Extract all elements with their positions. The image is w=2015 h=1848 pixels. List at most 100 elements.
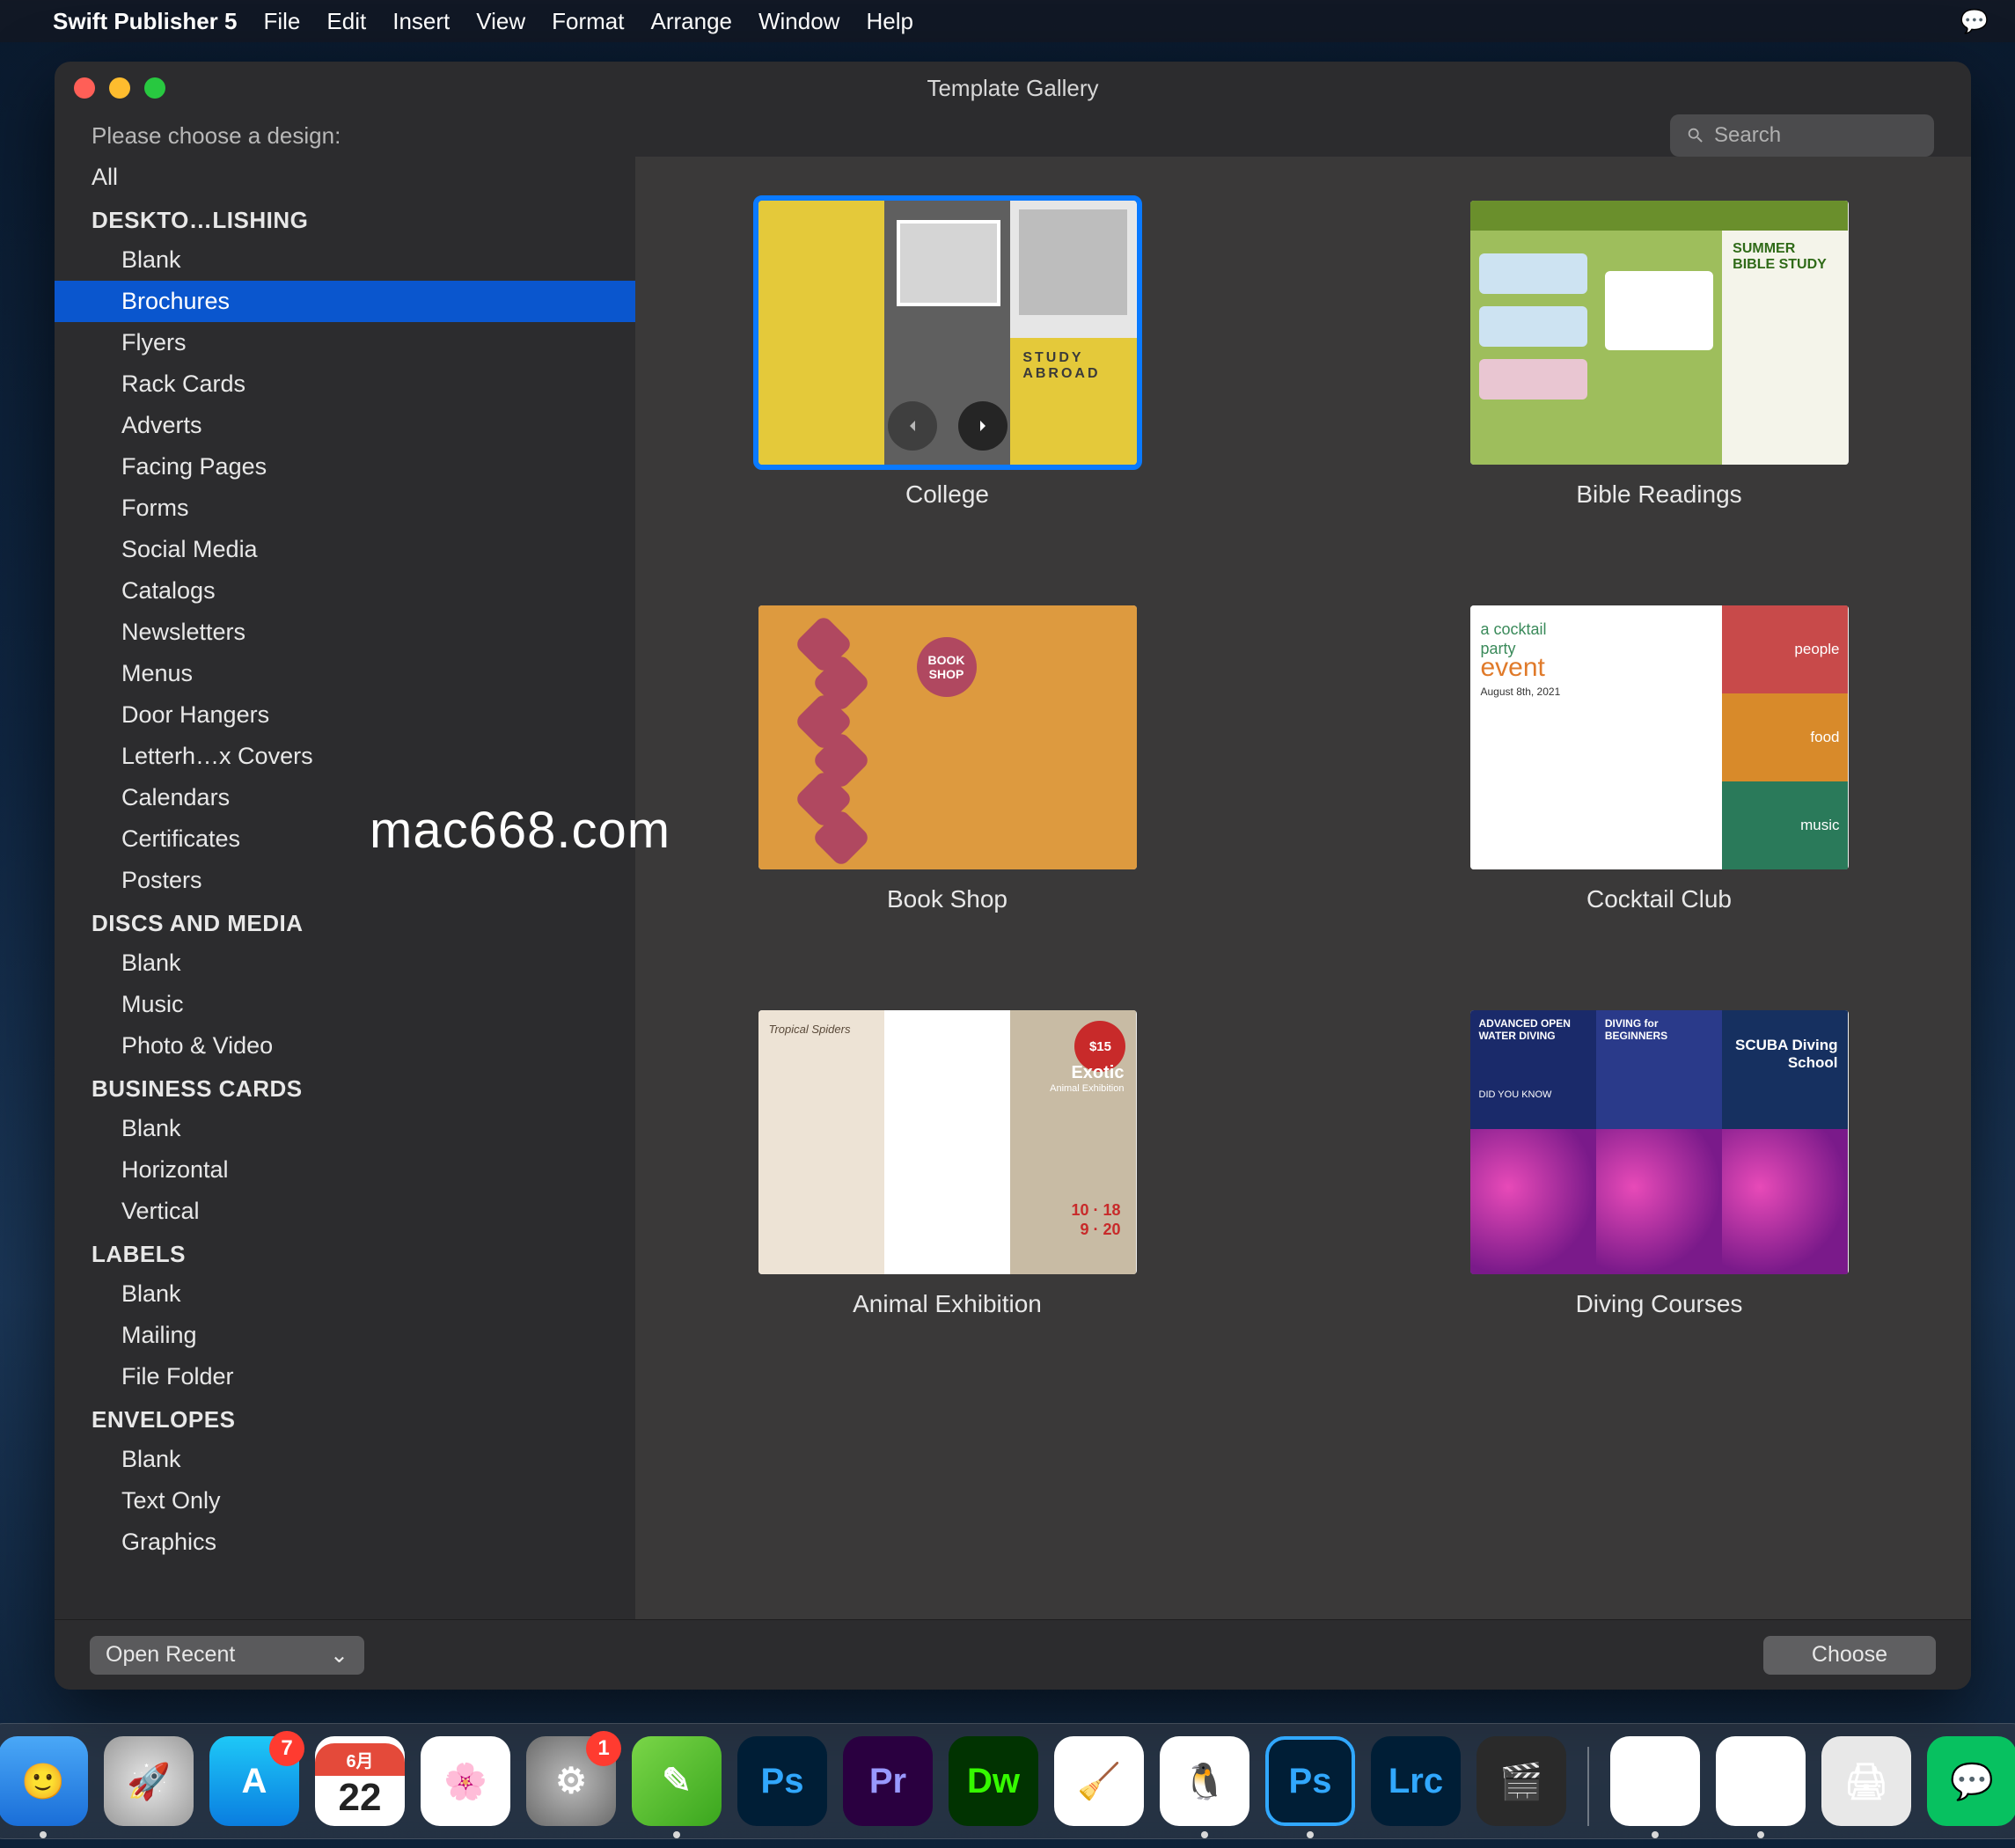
sidebar-item-forms[interactable]: Forms <box>55 488 635 529</box>
template-college[interactable]: STUDY ABROAD College <box>758 201 1137 509</box>
window-title: Template Gallery <box>55 75 1971 102</box>
sidebar-item-menus[interactable]: Menus <box>55 653 635 694</box>
sidebar-header: DESKTO…LISHING <box>55 198 635 239</box>
dock-finder-icon[interactable]: 🙂 <box>0 1736 88 1826</box>
sidebar-item-catalogs[interactable]: Catalogs <box>55 570 635 612</box>
menu-edit[interactable]: Edit <box>326 8 366 35</box>
dock-qq-icon[interactable]: 🐧 <box>1160 1736 1249 1826</box>
sidebar-header: BUSINESS CARDS <box>55 1067 635 1108</box>
dock-finalcut-icon[interactable]: 🎬 <box>1476 1736 1566 1826</box>
sidebar-item-flyers[interactable]: Flyers <box>55 322 635 363</box>
thumbnail-pager <box>758 401 1137 451</box>
sidebar-item-facing-pages[interactable]: Facing Pages <box>55 446 635 488</box>
sidebar-item-music[interactable]: Music <box>55 984 635 1025</box>
search-placeholder: Search <box>1714 123 1781 148</box>
sidebar-item-all[interactable]: All <box>55 157 635 198</box>
template-book-shop[interactable]: BOOK SHOPBook Shop <box>758 605 1137 913</box>
sidebar-item-posters[interactable]: Posters <box>55 860 635 901</box>
template-cocktail-club[interactable]: a cocktailpartyeventAugust 8th, 2021peop… <box>1470 605 1849 913</box>
sidebar-item-vertical[interactable]: Vertical <box>55 1191 635 1232</box>
dock-appstore-icon[interactable]: A7 <box>209 1736 299 1826</box>
template-thumbnail[interactable]: ADVANCED OPEN WATER DIVINGDID YOU KNOWDI… <box>1470 1010 1849 1274</box>
dock-chrome-icon[interactable]: ◉ <box>1610 1736 1700 1826</box>
chevron-down-icon: ⌄ <box>330 1642 348 1668</box>
menu-window[interactable]: Window <box>758 8 839 35</box>
menu-format[interactable]: Format <box>552 8 624 35</box>
dock-lightroom-icon[interactable]: Lrc <box>1371 1736 1461 1826</box>
sidebar-item-blank[interactable]: Blank <box>55 942 635 984</box>
sidebar-item-photo-video[interactable]: Photo & Video <box>55 1025 635 1067</box>
prev-page-button[interactable] <box>888 401 937 451</box>
template-thumbnail[interactable]: a cocktailpartyeventAugust 8th, 2021peop… <box>1470 605 1849 869</box>
appstore-badge: 7 <box>269 1731 304 1766</box>
sidebar-item-adverts[interactable]: Adverts <box>55 405 635 446</box>
dock-separator <box>1587 1747 1589 1826</box>
menu-arrange[interactable]: Arrange <box>650 8 732 35</box>
sidebar-item-blank[interactable]: Blank <box>55 239 635 281</box>
sidebar-item-social-media[interactable]: Social Media <box>55 529 635 570</box>
dock-background: 🙂 🚀 A7 6月22 🌸 ⚙1 ✎ Ps Pr Dw 🧹 🐧 Ps Lrc 🎬… <box>0 1723 2015 1839</box>
search-icon <box>1686 126 1705 145</box>
template-label: Animal Exhibition <box>853 1290 1042 1318</box>
category-sidebar[interactable]: AllDESKTO…LISHINGBlankBrochuresFlyersRac… <box>55 157 635 1619</box>
template-label: Bible Readings <box>1576 480 1741 509</box>
next-page-button[interactable] <box>958 401 1008 451</box>
sidebar-item-brochures[interactable]: Brochures <box>55 281 635 322</box>
sidebar-item-horizontal[interactable]: Horizontal <box>55 1149 635 1191</box>
open-recent-label: Open Recent <box>106 1642 235 1668</box>
menu-help[interactable]: Help <box>866 8 912 35</box>
dock-notes-icon[interactable]: ✎ <box>632 1736 722 1826</box>
sidebar-item-door-hangers[interactable]: Door Hangers <box>55 694 635 736</box>
dock-photoshop2-icon[interactable]: Ps <box>1265 1736 1355 1826</box>
dock-baidu-icon[interactable]: ∞ <box>1716 1736 1806 1826</box>
sidebar-item-graphics[interactable]: Graphics <box>55 1522 635 1563</box>
template-label: Diving Courses <box>1576 1290 1743 1318</box>
template-diving-courses[interactable]: ADVANCED OPEN WATER DIVINGDID YOU KNOWDI… <box>1470 1010 1849 1318</box>
titlebar: Template Gallery <box>55 62 1971 114</box>
dock-wechat-icon[interactable]: 💬 <box>1927 1736 2015 1826</box>
template-grid-area[interactable]: STUDY ABROAD College SUMMER BIBLE STUDY Bi… <box>635 157 1971 1619</box>
sidebar-header: LABELS <box>55 1232 635 1273</box>
subheader: Please choose a design: Search <box>55 114 1971 157</box>
template-thumbnail[interactable]: STUDY ABROAD <box>758 201 1137 465</box>
dock-printer-icon[interactable]: 🖨 <box>1821 1736 1911 1826</box>
sidebar-item-file-folder[interactable]: File Folder <box>55 1356 635 1397</box>
menu-file[interactable]: File <box>264 8 301 35</box>
sidebar-item-rack-cards[interactable]: Rack Cards <box>55 363 635 405</box>
open-recent-dropdown[interactable]: Open Recent ⌄ <box>90 1636 364 1675</box>
template-bible-readings[interactable]: SUMMER BIBLE STUDY Bible Readings <box>1470 201 1849 509</box>
dock-photos-icon[interactable]: 🌸 <box>421 1736 510 1826</box>
sidebar-item-blank[interactable]: Blank <box>55 1273 635 1315</box>
sidebar-item-blank[interactable]: Blank <box>55 1439 635 1480</box>
sidebar-item-mailing[interactable]: Mailing <box>55 1315 635 1356</box>
template-thumbnail[interactable]: Tropical Spiders$15ExoticAnimal Exhibiti… <box>758 1010 1137 1274</box>
template-gallery-window: Template Gallery Please choose a design:… <box>55 62 1971 1690</box>
choose-label: Choose <box>1812 1642 1887 1668</box>
menu-insert[interactable]: Insert <box>392 8 450 35</box>
sidebar-item-text-only[interactable]: Text Only <box>55 1480 635 1522</box>
template-thumbnail[interactable]: BOOK SHOP <box>758 605 1137 869</box>
menu-view[interactable]: View <box>476 8 525 35</box>
watermark-text: mac668.com <box>370 801 670 860</box>
template-animal-exhibition[interactable]: Tropical Spiders$15ExoticAnimal Exhibiti… <box>758 1010 1137 1318</box>
dock-cleanmymac-icon[interactable]: 🧹 <box>1054 1736 1144 1826</box>
sidebar-item-blank[interactable]: Blank <box>55 1108 635 1149</box>
app-name[interactable]: Swift Publisher 5 <box>53 8 238 35</box>
template-label: Cocktail Club <box>1586 885 1732 913</box>
template-thumbnail[interactable]: SUMMER BIBLE STUDY <box>1470 201 1849 465</box>
dock-calendar-icon[interactable]: 6月22 <box>315 1736 405 1826</box>
dock-premiere-icon[interactable]: Pr <box>843 1736 933 1826</box>
sidebar-item-letterh-x-covers[interactable]: Letterh…x Covers <box>55 736 635 777</box>
sidebar-header: ENVELOPES <box>55 1397 635 1439</box>
dock-launchpad-icon[interactable]: 🚀 <box>104 1736 194 1826</box>
search-field[interactable]: Search <box>1670 114 1934 157</box>
choose-button[interactable]: Choose <box>1763 1636 1936 1675</box>
dock-dreamweaver-icon[interactable]: Dw <box>949 1736 1038 1826</box>
dock-photoshop-icon[interactable]: Ps <box>737 1736 827 1826</box>
dock-settings-icon[interactable]: ⚙1 <box>526 1736 616 1826</box>
wechat-menubar-icon[interactable]: 💬 <box>1960 8 1989 35</box>
footer-bar: Open Recent ⌄ Choose <box>55 1619 1971 1690</box>
sidebar-item-newsletters[interactable]: Newsletters <box>55 612 635 653</box>
settings-badge: 1 <box>586 1731 621 1766</box>
template-label: College <box>905 480 989 509</box>
